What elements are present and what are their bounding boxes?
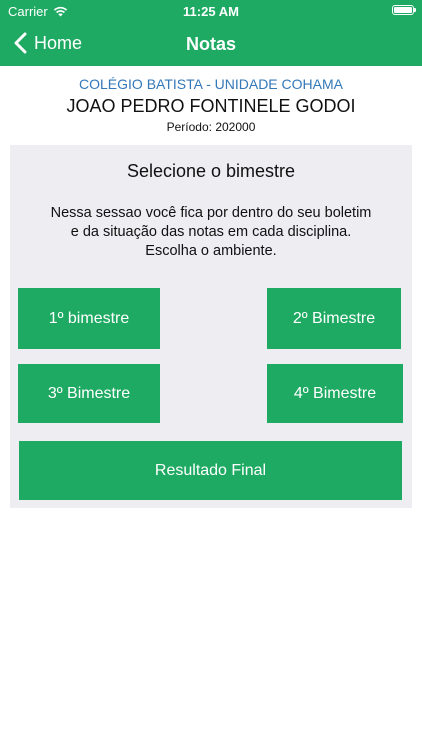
status-bar: Carrier 11:25 AM: [0, 0, 422, 22]
card-title: Selecione o bimestre: [126, 161, 296, 181]
navigation-bar: Home Notas: [0, 22, 422, 66]
final-result-button[interactable]: Resultado Final: [19, 441, 402, 500]
battery-fill: [394, 7, 412, 13]
bimester-2-button[interactable]: 2º Bimestre: [267, 288, 401, 349]
status-time: 11:25 AM: [183, 4, 239, 19]
bimester-3-button[interactable]: 3º Bimestre: [18, 364, 160, 423]
student-name: JOAO PEDRO FONTINELE GODOI: [66, 96, 356, 116]
bimester-card: Selecione o bimestre Nessa sessao você f…: [10, 145, 412, 508]
period-label: Período: 202000: [166, 120, 256, 134]
page-title: Notas: [185, 34, 236, 54]
battery-icon: [392, 5, 416, 15]
bimester-4-button[interactable]: 4º Bimestre: [267, 364, 403, 423]
bimester-1-button[interactable]: 1º bimestre: [18, 288, 160, 349]
card-description: Nessa sessao você fica por dentro do seu…: [50, 205, 372, 259]
school-name: COLÉGIO BATISTA - UNIDADE COHAMA: [79, 76, 343, 92]
